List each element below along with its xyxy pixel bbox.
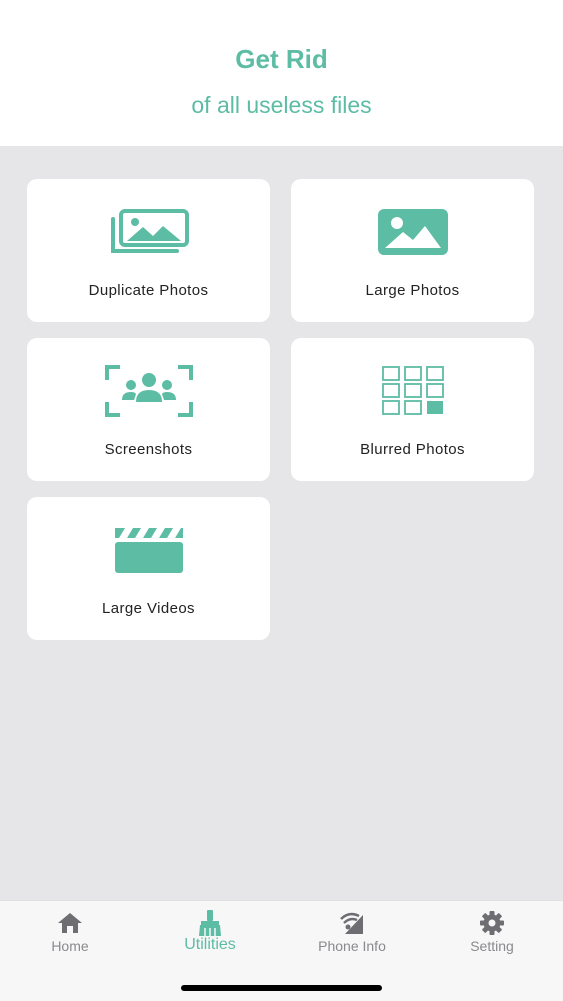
large-photos-card[interactable]: Large Photos (291, 179, 534, 322)
gear-icon (422, 909, 562, 937)
clapperboard-icon (27, 523, 270, 577)
tab-label: Phone Info (318, 938, 386, 954)
tab-utilities[interactable]: Utilities (140, 901, 280, 971)
screenshot-faces-icon (27, 364, 270, 418)
page-subtitle: of all useless files (191, 92, 372, 118)
duplicate-photos-icon (27, 205, 270, 259)
page-header: Get Rid of all useless files (0, 0, 563, 146)
tab-phone-info[interactable]: Phone Info (282, 901, 422, 971)
blurred-photos-card[interactable]: Blurred Photos (291, 338, 534, 481)
tab-label: Home (51, 938, 89, 954)
card-label: Blurred Photos (360, 441, 465, 458)
page-title: Get Rid (235, 44, 328, 74)
grid-icon (291, 364, 534, 418)
screenshots-card[interactable]: Screenshots (27, 338, 270, 481)
image-icon (291, 205, 534, 259)
duplicate-photos-card[interactable]: Duplicate Photos (27, 179, 270, 322)
large-videos-card[interactable]: Large Videos (27, 497, 270, 640)
tab-label: Utilities (184, 936, 236, 953)
card-label: Large Photos (365, 282, 460, 299)
tab-home[interactable]: Home (0, 901, 140, 971)
tab-setting[interactable]: Setting (422, 901, 562, 971)
tab-label: Setting (470, 938, 514, 954)
home-indicator (181, 985, 382, 991)
signal-icon (282, 909, 422, 937)
card-label: Large Videos (102, 600, 195, 617)
home-icon (0, 909, 140, 937)
card-label: Duplicate Photos (88, 282, 209, 299)
broom-icon (140, 909, 280, 937)
card-label: Screenshots (104, 441, 193, 458)
